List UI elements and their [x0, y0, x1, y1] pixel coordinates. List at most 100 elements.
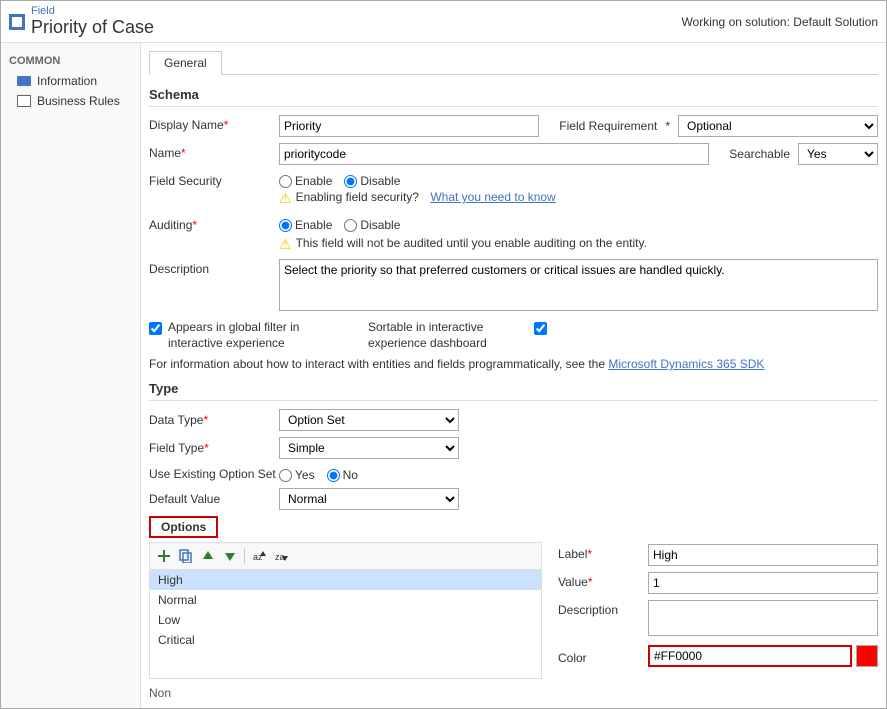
audit-warning-icon: ⚠: [279, 236, 292, 253]
field-security-radio-group: Enable Disable: [279, 171, 878, 188]
use-existing-yes-option[interactable]: Yes: [279, 468, 315, 482]
sidebar-section-common: Common: [1, 51, 140, 71]
options-label: Options: [149, 516, 218, 538]
field-security-disable-option[interactable]: Disable: [344, 174, 400, 188]
audit-warning-text: This field will not be audited until you…: [296, 236, 647, 250]
options-panel: Options: [149, 516, 542, 700]
toolbar-separator: [244, 548, 245, 564]
auditing-row: Auditing* Enable Disable ⚠: [149, 215, 878, 253]
color-swatch[interactable]: [856, 645, 878, 667]
field-security-enable-option[interactable]: Enable: [279, 174, 332, 188]
options-toolbar: az za: [149, 542, 542, 569]
tab-bar: General: [149, 51, 878, 75]
use-existing-no-radio[interactable]: [327, 469, 340, 482]
use-existing-row: Use Existing Option Set Yes No: [149, 465, 878, 482]
title-bar-left: Field Priority of Case: [9, 5, 154, 38]
field-security-label: Field Security: [149, 171, 279, 188]
add-option-button[interactable]: [154, 546, 174, 566]
field-security-row: Field Security Enable Disable ⚠: [149, 171, 878, 209]
option-label-input[interactable]: [648, 544, 878, 566]
use-existing-no-option[interactable]: No: [327, 468, 358, 482]
display-name-input[interactable]: [279, 115, 539, 137]
copy-option-button[interactable]: [176, 546, 196, 566]
searchable-select[interactable]: Yes No: [798, 143, 878, 165]
non-text: Non: [149, 683, 542, 700]
options-area: Options: [149, 516, 878, 700]
field-type-row: Field Type* Simple: [149, 437, 878, 459]
data-type-label: Data Type*: [149, 413, 279, 427]
option-label-label: Label*: [558, 544, 648, 561]
auditing-enable-radio[interactable]: [279, 219, 292, 232]
sdk-info-row: For information about how to interact wi…: [149, 357, 878, 371]
audit-warning-msg: ⚠ This field will not be audited until y…: [279, 232, 878, 253]
working-on-label: Working on solution: Default Solution: [681, 15, 878, 29]
use-existing-radio-group: Yes No: [279, 465, 459, 482]
option-color-row: Color: [558, 645, 878, 667]
option-description-textarea[interactable]: [648, 600, 878, 636]
option-item-normal[interactable]: Normal: [150, 590, 541, 610]
main-content: General Schema Display Name* Field Requi…: [141, 43, 886, 708]
searchable-label: Searchable: [729, 147, 790, 161]
use-existing-yes-radio[interactable]: [279, 469, 292, 482]
options-list: High Normal Low Critical: [149, 569, 542, 679]
sidebar-item-information-label: Information: [37, 74, 97, 88]
sdk-link[interactable]: Microsoft Dynamics 365 SDK: [608, 357, 764, 371]
sidebar-item-business-rules[interactable]: Business Rules: [1, 91, 140, 111]
option-item-critical[interactable]: Critical: [150, 630, 541, 650]
option-detail-panel: Label* Value*: [558, 516, 878, 673]
field-requirement-label: Field Requirement: [559, 119, 657, 133]
description-textarea[interactable]: Select the priority so that preferred cu…: [279, 259, 878, 311]
what-you-need-link[interactable]: What you need to know: [430, 190, 555, 204]
option-value-input[interactable]: [648, 572, 878, 594]
data-type-select[interactable]: Option Set: [279, 409, 459, 431]
sort-desc-button[interactable]: za: [271, 546, 291, 566]
field-security-enable-radio[interactable]: [279, 175, 292, 188]
title-bar: Field Priority of Case Working on soluti…: [1, 1, 886, 43]
enabling-msg: Enabling field security?: [296, 190, 419, 204]
data-type-row: Data Type* Option Set: [149, 409, 878, 431]
default-value-row: Default Value Normal High Low Critical: [149, 488, 878, 510]
option-value-label: Value*: [558, 572, 648, 589]
warning-icon: ⚠: [279, 190, 292, 207]
auditing-disable-option[interactable]: Disable: [344, 218, 400, 232]
color-input[interactable]: [648, 645, 852, 667]
name-row: Name* Searchable Yes No: [149, 143, 878, 165]
option-item-low[interactable]: Low: [150, 610, 541, 630]
schema-section-title: Schema: [149, 87, 878, 107]
sidebar-item-business-rules-label: Business Rules: [37, 94, 120, 108]
tab-general[interactable]: General: [149, 51, 222, 75]
use-existing-label: Use Existing Option Set: [149, 467, 279, 481]
move-up-button[interactable]: [198, 546, 218, 566]
description-label: Description: [149, 259, 279, 276]
page-title: Priority of Case: [31, 17, 154, 38]
display-name-row: Display Name* Field Requirement* Optiona…: [149, 115, 878, 137]
field-requirement-select[interactable]: Optional Business Recommended Business R…: [678, 115, 878, 137]
field-security-disable-radio[interactable]: [344, 175, 357, 188]
sortable-label: Sortable in interactive experience dashb…: [368, 320, 528, 351]
field-security-info: ⚠ Enabling field security? What you need…: [279, 188, 878, 209]
main-window: Field Priority of Case Working on soluti…: [0, 0, 887, 709]
move-down-button[interactable]: [220, 546, 240, 566]
sort-asc-button[interactable]: az: [249, 546, 269, 566]
option-description-row: Description: [558, 600, 878, 639]
auditing-enable-option[interactable]: Enable: [279, 218, 332, 232]
color-control: [648, 645, 878, 667]
option-value-row: Value*: [558, 572, 878, 594]
field-type-select[interactable]: Simple: [279, 437, 459, 459]
global-filter-row: Appears in global filter in interactive …: [149, 320, 878, 351]
sortable-checkbox[interactable]: [534, 322, 547, 335]
field-type-label: Field Type*: [149, 441, 279, 455]
auditing-label: Auditing*: [149, 215, 279, 232]
auditing-disable-radio[interactable]: [344, 219, 357, 232]
sidebar-item-information[interactable]: Information: [1, 71, 140, 91]
default-value-select[interactable]: Normal High Low Critical: [279, 488, 459, 510]
display-name-label: Display Name*: [149, 115, 279, 132]
default-value-label: Default Value: [149, 492, 279, 506]
option-item-high[interactable]: High: [150, 570, 541, 590]
global-filter-label: Appears in global filter in interactive …: [168, 320, 328, 351]
information-icon: [17, 76, 31, 86]
global-filter-checkbox[interactable]: [149, 322, 162, 335]
breadcrumb: Field: [31, 5, 154, 17]
description-row: Description Select the priority so that …: [149, 259, 878, 314]
name-input[interactable]: [279, 143, 709, 165]
